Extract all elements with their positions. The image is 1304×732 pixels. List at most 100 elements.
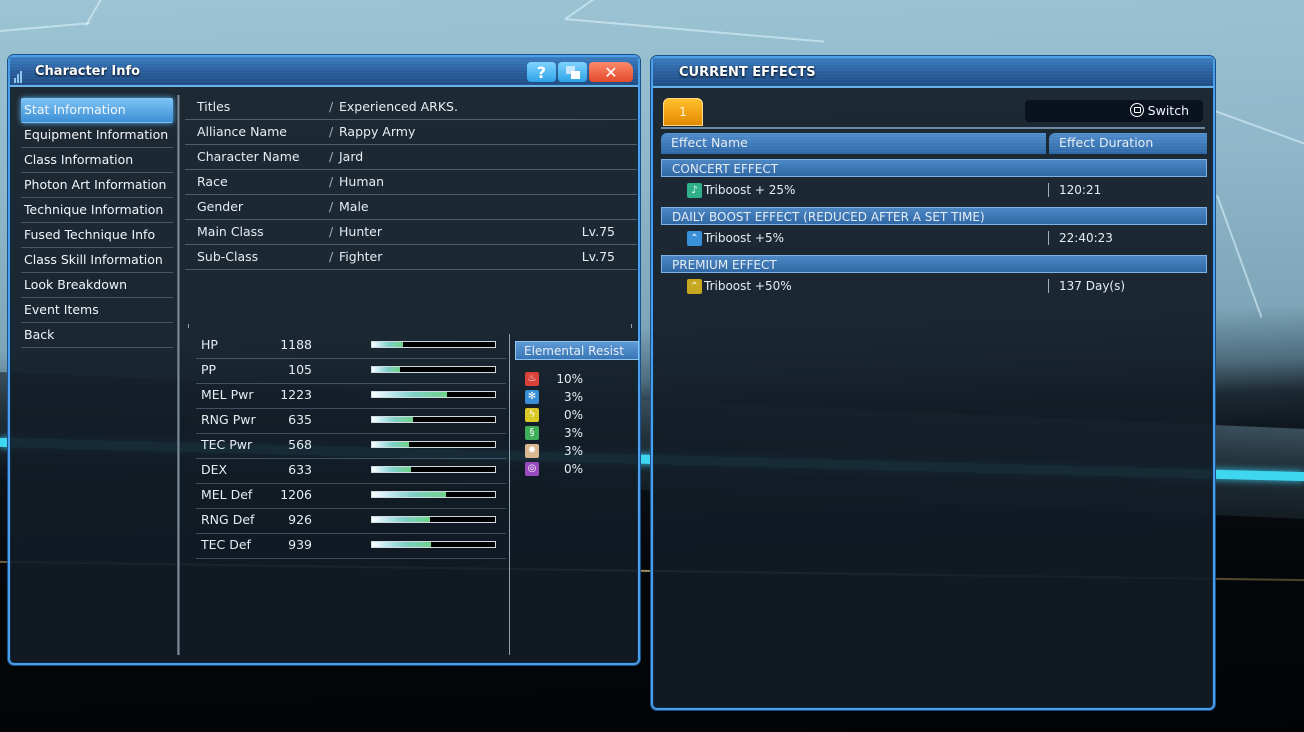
wind-element-icon: § xyxy=(525,426,539,440)
stat-name: MEL Pwr xyxy=(201,387,254,402)
window-title: Character Info xyxy=(35,64,141,79)
resist-value: 10% xyxy=(556,372,583,386)
resist-value: 3% xyxy=(563,426,583,440)
info-row: Race / Human xyxy=(185,170,637,195)
light-element-icon: ✸ xyxy=(525,444,539,458)
nav-item-look-breakdown[interactable]: Look Breakdown xyxy=(21,273,173,298)
slash-divider: / xyxy=(329,124,334,139)
signal-bars-icon xyxy=(14,71,28,83)
nav-item-back[interactable]: Back xyxy=(21,323,173,348)
nav-item-class-skill-information[interactable]: Class Skill Information xyxy=(21,248,173,273)
elemental-resist-row: ♨ 10% xyxy=(515,370,639,388)
stat-row: HP 1188 xyxy=(196,334,506,359)
stat-name: TEC Pwr xyxy=(201,437,253,452)
effect-row: ⌃ Triboost +50% 137 Day(s) xyxy=(661,275,1207,297)
stat-bar-fill xyxy=(372,542,432,547)
effect-row: ♪ Triboost + 25% 120:21 xyxy=(661,179,1207,201)
effect-group-header: CONCERT EFFECT xyxy=(661,159,1207,177)
class-level: Lv.75 xyxy=(581,249,615,264)
stat-name: TEC Def xyxy=(201,537,251,552)
ice-element-icon: ✻ xyxy=(525,390,539,404)
elemental-resist-row: ✸ 3% xyxy=(515,442,639,460)
character-info-titlebar[interactable]: Character Info ? ✕ xyxy=(10,57,638,87)
column-divider xyxy=(1048,279,1049,293)
stat-bar-fill xyxy=(372,517,430,522)
info-row: Titles / Experienced ARKS. xyxy=(185,95,637,120)
stat-row: MEL Pwr 1223 xyxy=(196,384,506,409)
profile-info-bracket xyxy=(188,324,632,328)
elemental-resist-header: Elemental Resist xyxy=(515,341,639,360)
column-divider xyxy=(1048,231,1049,245)
class-level: Lv.75 xyxy=(581,224,615,239)
elemental-resist-row: ◎ 0% xyxy=(515,460,639,478)
info-label: Race xyxy=(197,174,228,189)
column-header-effect-name[interactable]: Effect Name xyxy=(661,133,1046,154)
chevrons-up-icon: ⌃ xyxy=(687,231,702,246)
info-label: Titles xyxy=(197,99,231,114)
stat-value: 926 xyxy=(288,512,312,527)
stat-bar xyxy=(371,341,496,348)
stat-row: TEC Pwr 568 xyxy=(196,434,506,459)
stat-row: MEL Def 1206 xyxy=(196,484,506,509)
nav-item-event-items[interactable]: Event Items xyxy=(21,298,173,323)
info-value: Human xyxy=(339,174,385,189)
slash-divider: / xyxy=(329,199,334,214)
info-row: Gender / Male xyxy=(185,195,637,220)
info-value: Jard xyxy=(339,149,364,164)
nav-item-fused-technique-info[interactable]: Fused Technique Info xyxy=(21,223,173,248)
effect-row: ⌃ Triboost +5% 22:40:23 xyxy=(661,227,1207,249)
stat-bar-fill xyxy=(372,467,412,472)
current-effects-titlebar[interactable]: CURRENT EFFECTS xyxy=(653,58,1213,88)
column-header-effect-duration[interactable]: Effect Duration xyxy=(1049,133,1207,154)
stat-value: 1206 xyxy=(280,487,312,502)
stat-bar xyxy=(371,416,496,423)
effect-name: Triboost +5% xyxy=(704,231,784,245)
close-button[interactable]: ✕ xyxy=(589,62,633,82)
tab-1[interactable]: 1 xyxy=(663,98,703,126)
effect-duration: 120:21 xyxy=(1059,183,1102,197)
resist-value: 3% xyxy=(563,390,583,404)
slash-divider: / xyxy=(329,224,334,239)
stat-bar-fill xyxy=(372,442,409,447)
info-label: Alliance Name xyxy=(197,124,287,139)
nav-item-equipment-information[interactable]: Equipment Information xyxy=(21,123,173,148)
stat-value: 633 xyxy=(288,462,312,477)
elemental-resist-row: ϟ 0% xyxy=(515,406,639,424)
effect-name: Triboost +50% xyxy=(704,279,792,293)
window-title: CURRENT EFFECTS xyxy=(679,65,816,80)
elemental-resist-row: ✻ 3% xyxy=(515,388,639,406)
stat-value: 1223 xyxy=(280,387,312,402)
switch-button[interactable]: Switch xyxy=(1025,100,1203,122)
current-effects-window: CURRENT EFFECTS 1 Switch Effect Name Eff… xyxy=(651,56,1215,710)
effect-name: Triboost + 25% xyxy=(704,183,796,197)
effect-duration: 22:40:23 xyxy=(1059,231,1113,245)
stat-row: TEC Def 939 xyxy=(196,534,506,559)
help-button[interactable]: ? xyxy=(527,62,556,82)
stat-row: RNG Pwr 635 xyxy=(196,409,506,434)
stat-name: HP xyxy=(201,337,218,352)
info-value: Hunter xyxy=(339,224,382,239)
nav-item-photon-art-information[interactable]: Photon Art Information xyxy=(21,173,173,198)
stat-value: 939 xyxy=(288,537,312,552)
info-row: Character Name / Jard xyxy=(185,145,637,170)
stat-bar-fill xyxy=(372,417,413,422)
resist-value: 3% xyxy=(563,444,583,458)
stat-bar xyxy=(371,541,496,548)
stat-name: MEL Def xyxy=(201,487,253,502)
stat-name: RNG Def xyxy=(201,512,255,527)
nav-item-stat-information[interactable]: Stat Information xyxy=(21,98,173,123)
stat-value: 568 xyxy=(288,437,312,452)
resist-value: 0% xyxy=(563,462,583,476)
elemental-resist-row: § 3% xyxy=(515,424,639,442)
stat-row: DEX 633 xyxy=(196,459,506,484)
close-icon: ✕ xyxy=(604,62,618,82)
question-icon: ? xyxy=(536,62,547,82)
info-label: Sub-Class xyxy=(197,249,259,264)
switch-icon xyxy=(1129,103,1144,117)
stat-bar-fill xyxy=(372,367,401,372)
nav-item-technique-information[interactable]: Technique Information xyxy=(21,198,173,223)
switch-label: Switch xyxy=(1147,103,1189,118)
nav-item-class-information[interactable]: Class Information xyxy=(21,148,173,173)
stat-bar xyxy=(371,441,496,448)
restore-button[interactable] xyxy=(558,62,587,82)
